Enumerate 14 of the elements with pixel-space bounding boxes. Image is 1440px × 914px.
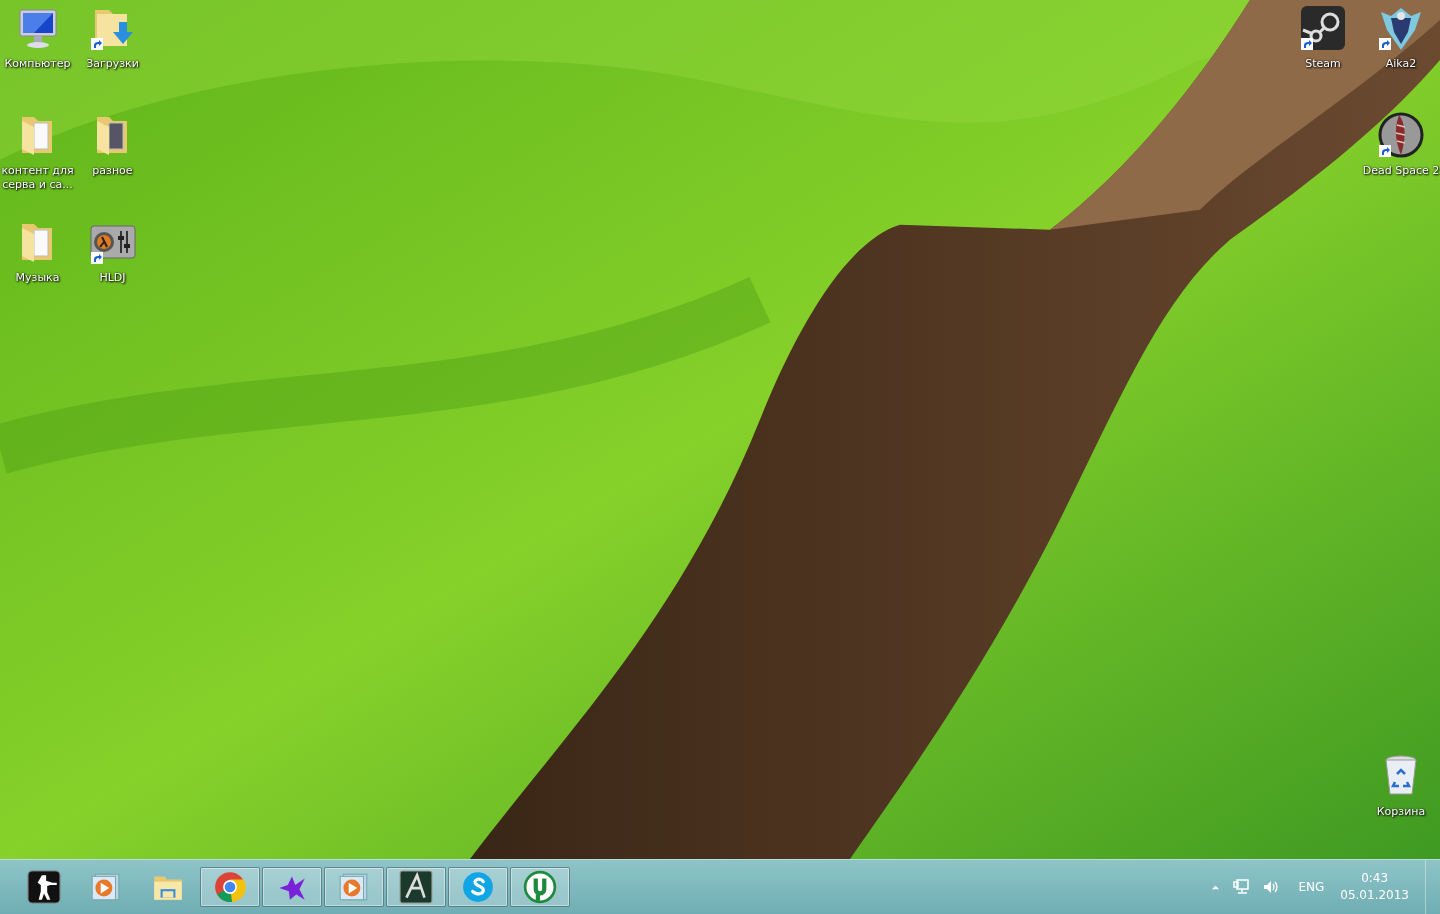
chrome-icon (213, 870, 247, 904)
torrent-icon (523, 870, 557, 904)
network-icon[interactable] (1232, 878, 1251, 896)
skype-icon (461, 870, 495, 904)
desktop-icon-label[interactable]: Aika2 (1362, 57, 1440, 71)
language-indicator[interactable]: ENG (1298, 880, 1325, 894)
letter-icon (399, 870, 433, 904)
desktop-icon-label[interactable]: Dead Space 2 (1362, 164, 1440, 178)
taskbar-button[interactable] (386, 867, 446, 907)
desktop-icon-label[interactable]: Корзина (1362, 805, 1440, 819)
clock[interactable]: 0:43 05.01.2013 (1336, 870, 1413, 904)
soldier-icon (27, 870, 61, 904)
steam-icon (1299, 4, 1347, 52)
desktop-icon-label[interactable]: Steam (1284, 57, 1362, 71)
